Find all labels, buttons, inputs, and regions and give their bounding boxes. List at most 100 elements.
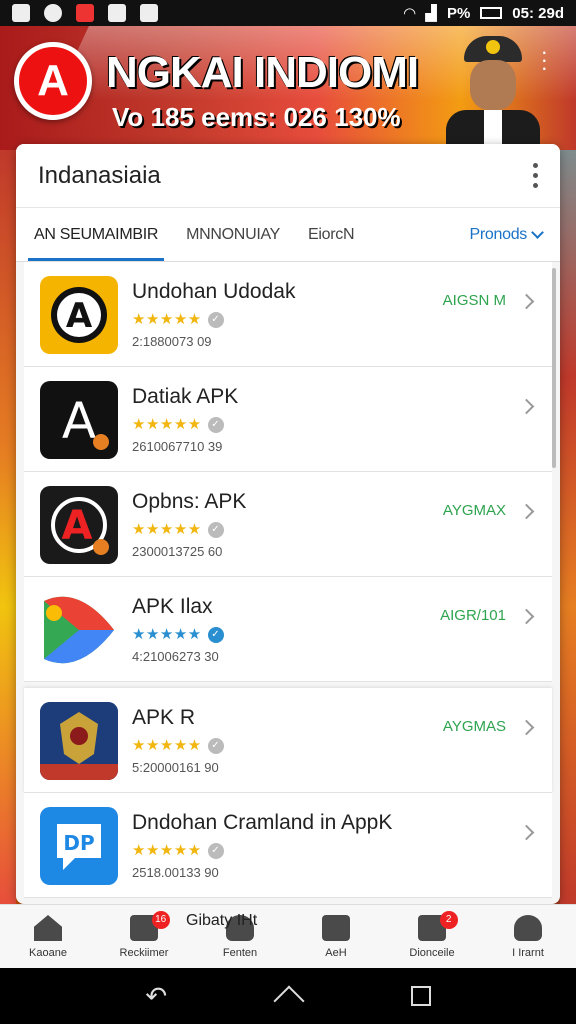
chevron-right-icon bbox=[518, 503, 535, 520]
app-meta: 2:1880073 09 bbox=[132, 334, 212, 349]
app-name: APK R bbox=[132, 706, 196, 729]
chevron-down-icon bbox=[531, 225, 544, 239]
banner-subtitle: Vo 185 eems: 026 130% bbox=[112, 102, 401, 132]
tab-3[interactable]: EiorcN bbox=[308, 226, 355, 244]
chevron-right-icon bbox=[518, 608, 535, 625]
verified-icon: ✓ bbox=[207, 417, 224, 434]
list-item[interactable]: APK R ★★★★★ ✓ 5:20000161 90 AYGMAS bbox=[24, 688, 552, 793]
wifi-icon: ◠ bbox=[403, 5, 416, 22]
list-item[interactable]: A Opbns: APK ★★★★★ ✓ 2300013725 60 AYGMAX bbox=[24, 472, 552, 577]
back-icon[interactable]: ↶ bbox=[145, 981, 167, 1012]
app-badge: AIGR/101 bbox=[440, 607, 506, 624]
list-item[interactable]: A Datiak APK ★★★★★ ✓ 2610067710 39 bbox=[24, 367, 552, 472]
banner-title: NGKAI INDIOMI bbox=[106, 48, 419, 97]
chevron-right-icon bbox=[518, 293, 535, 310]
home-button-icon[interactable] bbox=[273, 985, 305, 1017]
banner-more-icon[interactable]: · · · bbox=[541, 41, 548, 79]
chevron-right-icon bbox=[518, 719, 535, 736]
nav-label: I Irarnt bbox=[512, 947, 544, 959]
app-name: Opbns: APK bbox=[132, 490, 247, 513]
header-banner: A NGKAI INDIOMI Vo 185 eems: 026 130% · ·… bbox=[0, 26, 576, 150]
verified-icon: ✓ bbox=[207, 738, 224, 755]
overlay-text: Gibaty IHt bbox=[186, 912, 258, 929]
rating-stars: ★★★★★ ✓ bbox=[132, 415, 224, 434]
verified-icon: ✓ bbox=[207, 627, 224, 644]
shield-icon bbox=[108, 4, 126, 22]
app-notification-icon bbox=[76, 4, 94, 22]
rating-stars: ★★★★★ ✓ bbox=[132, 520, 224, 539]
more-options-icon[interactable] bbox=[533, 163, 538, 188]
nav-item-2[interactable]: 16 Reckiimer bbox=[96, 905, 192, 968]
app-icon: A bbox=[40, 486, 118, 564]
notification-badge: 2 bbox=[439, 911, 458, 929]
list-item[interactable]: A Undohan Udodak ★★★★★ ✓ 2:1880073 09 AIG… bbox=[24, 262, 552, 367]
tab-dropdown[interactable]: Pronods bbox=[469, 225, 544, 244]
bottom-navigation: Kaoane 16 Reckiimer Fenten AeH 2 Dioncei… bbox=[0, 904, 576, 968]
verified-icon: ✓ bbox=[207, 522, 224, 539]
svg-text:A: A bbox=[62, 503, 93, 549]
nav-item-6[interactable]: I Irarnt bbox=[480, 905, 576, 968]
rating-stars: ★★★★★ ✓ bbox=[132, 841, 224, 860]
list-item[interactable]: DP Dndohan Cramland in AppK ★★★★★ ✓ 2518.… bbox=[24, 793, 552, 898]
tab-dropdown-label: Pronods bbox=[469, 225, 528, 243]
status-bar: ◠ ▟ P% 05: 29d bbox=[0, 0, 576, 26]
app-name: Dndohan Cramland in AppK bbox=[132, 811, 393, 834]
nav-label: Kaoane bbox=[29, 947, 67, 959]
svg-text:A: A bbox=[66, 296, 93, 336]
notification-icon bbox=[12, 4, 30, 22]
clock-time: 05: 29d bbox=[512, 4, 564, 22]
chevron-right-icon bbox=[518, 824, 535, 841]
verified-icon: ✓ bbox=[207, 312, 224, 329]
side-decoration-left bbox=[0, 150, 16, 910]
battery-icon bbox=[480, 7, 503, 19]
app-name: Datiak APK bbox=[132, 385, 239, 408]
file-icon bbox=[140, 4, 158, 22]
app-logo[interactable]: A bbox=[14, 42, 92, 120]
nav-label: Reckiimer bbox=[119, 947, 169, 959]
nav-item-home[interactable]: Kaoane bbox=[0, 905, 96, 968]
home-icon bbox=[34, 915, 62, 941]
card-header: Indanasiaia bbox=[16, 144, 560, 208]
app-badge: AYGMAX bbox=[442, 502, 506, 519]
app-meta: 2518.00133 90 bbox=[132, 865, 219, 880]
notification-badge: 16 bbox=[151, 911, 170, 929]
tab-1[interactable]: AN SEUMAIMBIR bbox=[27, 226, 165, 261]
app-icon bbox=[40, 591, 118, 669]
list-item[interactable]: APK Ilax ★★★★★ ✓ 4:21006273 30 AIGR/101 bbox=[24, 577, 552, 682]
svg-text:DP: DP bbox=[63, 831, 94, 855]
nav-label: AeH bbox=[325, 947, 347, 959]
app-icon: DP bbox=[40, 807, 118, 885]
tab-bar: AN SEUMAIMBIR MNNONUIAY EiorcN Pronods bbox=[16, 208, 560, 262]
clock-icon bbox=[44, 4, 62, 22]
app-icon: A bbox=[40, 276, 118, 354]
rating-stars: ★★★★★ ✓ bbox=[132, 310, 224, 329]
chart-icon bbox=[322, 915, 350, 941]
card-title: Indanasiaia bbox=[38, 161, 161, 189]
app-icon bbox=[40, 702, 118, 780]
nav-item-5[interactable]: 2 Dionceile bbox=[384, 905, 480, 968]
side-decoration-right bbox=[560, 150, 576, 910]
nav-item-4[interactable]: AeH bbox=[288, 905, 384, 968]
svg-text:A: A bbox=[62, 392, 96, 450]
app-meta: 4:21006273 30 bbox=[132, 649, 219, 664]
app-icon: A bbox=[40, 381, 118, 459]
app-name: Undohan Udodak bbox=[132, 280, 296, 303]
officer-image bbox=[440, 34, 540, 150]
app-meta: 2610067710 39 bbox=[132, 439, 223, 454]
app-badge: AYGMAS bbox=[442, 718, 506, 735]
app-meta: 2300013725 60 bbox=[132, 544, 223, 559]
app-name: APK Ilax bbox=[132, 595, 213, 618]
recent-apps-icon[interactable] bbox=[410, 986, 431, 1006]
rating-stars: ★★★★★ ✓ bbox=[132, 736, 224, 755]
signal-icon: ▟ bbox=[425, 5, 437, 22]
scrollbar[interactable] bbox=[552, 268, 556, 468]
chevron-right-icon bbox=[518, 398, 535, 415]
tab-2[interactable]: MNNONUIAY bbox=[186, 226, 280, 244]
nav-label: Dionceile bbox=[409, 947, 455, 959]
account-icon bbox=[514, 915, 542, 941]
system-navigation: ↶ bbox=[0, 968, 576, 1024]
nav-label: Fenten bbox=[222, 947, 258, 959]
app-list: A Undohan Udodak ★★★★★ ✓ 2:1880073 09 AIG… bbox=[16, 262, 560, 898]
rating-stars: ★★★★★ ✓ bbox=[132, 625, 224, 644]
verified-icon: ✓ bbox=[207, 843, 224, 860]
